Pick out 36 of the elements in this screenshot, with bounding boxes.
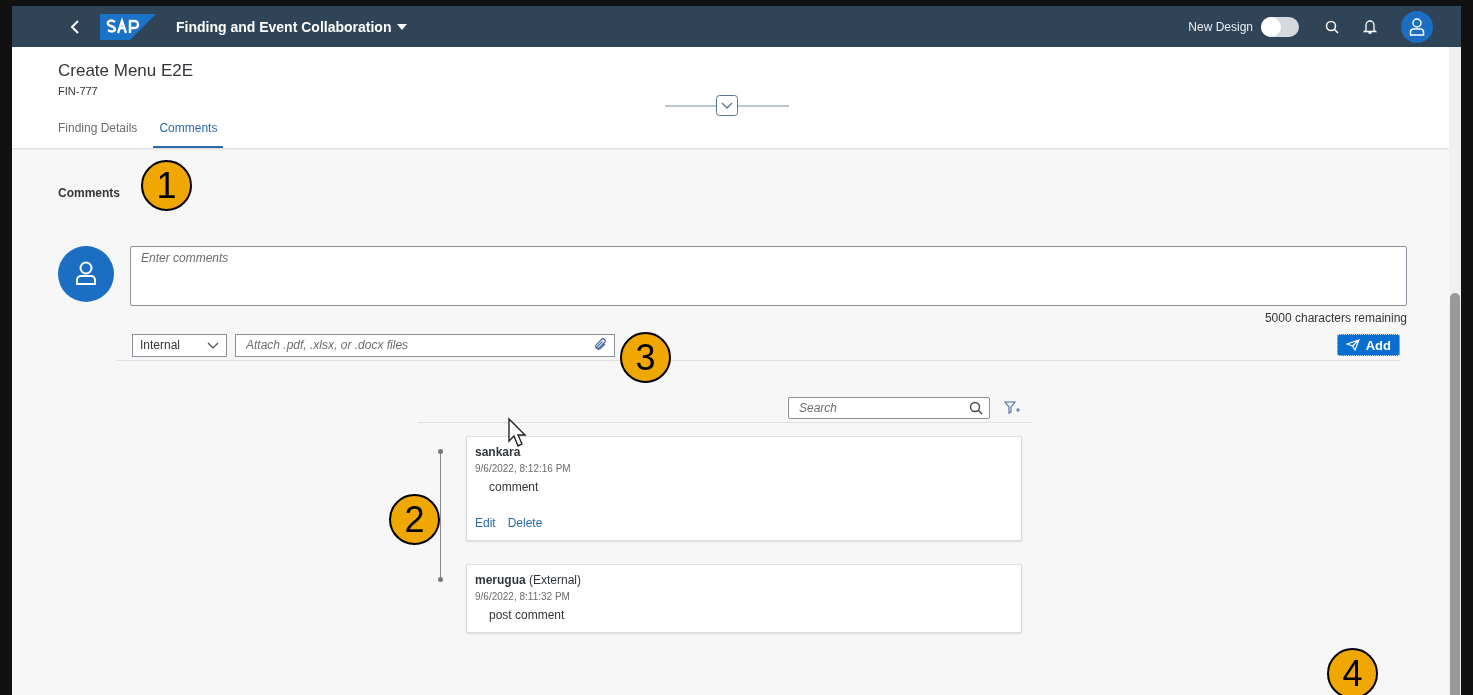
attachment-field[interactable]: Attach .pdf, .xlsx, or .docx files: [235, 333, 615, 357]
comment-text: post comment: [489, 608, 566, 622]
comment-author: merugua (External): [475, 573, 583, 587]
user-avatar-icon[interactable]: [1401, 10, 1433, 43]
tab[interactable]: Comments: [153, 117, 224, 148]
paperclip-icon[interactable]: [594, 337, 608, 352]
bell-icon[interactable]: [1363, 18, 1377, 35]
search-icon: [969, 401, 983, 415]
page-title: Create Menu E2E: [58, 61, 195, 81]
comment-author: sankara: [475, 445, 522, 459]
comment-timestamp: 9/6/2022, 8:12:16 PM: [475, 463, 572, 474]
collapse-header-icon[interactable]: [665, 94, 789, 118]
app-title-menu[interactable]: Finding and Event Collaboration: [176, 18, 408, 35]
visibility-select[interactable]: Internal: [132, 333, 227, 357]
add-button[interactable]: Add: [1336, 334, 1400, 356]
chevron-down-icon: [207, 341, 219, 349]
tab[interactable]: Finding Details: [52, 117, 144, 148]
send-icon: [1345, 339, 1360, 351]
comment-action-link[interactable]: Edit: [475, 516, 496, 530]
scrollbar-thumb[interactable]: [1450, 293, 1460, 695]
caret-icon: [397, 23, 408, 30]
search-icon[interactable]: [1325, 19, 1339, 34]
comment-timestamp: 9/6/2022, 8:11:32 PM: [475, 591, 571, 602]
toggle-label: New Design: [1188, 19, 1253, 34]
section-title: Comments: [58, 186, 121, 200]
search-field[interactable]: Search: [788, 397, 990, 419]
comment-action-link[interactable]: Delete: [507, 516, 543, 530]
character-counter: 5000 characters remaining: [1263, 311, 1407, 325]
user-avatar-icon: [58, 246, 114, 302]
page-subtitle: FIN-777: [58, 85, 99, 97]
design-toggle[interactable]: [1261, 16, 1299, 37]
comment-input[interactable]: Enter comments: [130, 246, 1407, 306]
logo-icon[interactable]: [100, 13, 156, 40]
filter-icon[interactable]: [1004, 401, 1020, 415]
back-icon[interactable]: [70, 18, 80, 35]
comment-text: comment: [489, 480, 540, 494]
